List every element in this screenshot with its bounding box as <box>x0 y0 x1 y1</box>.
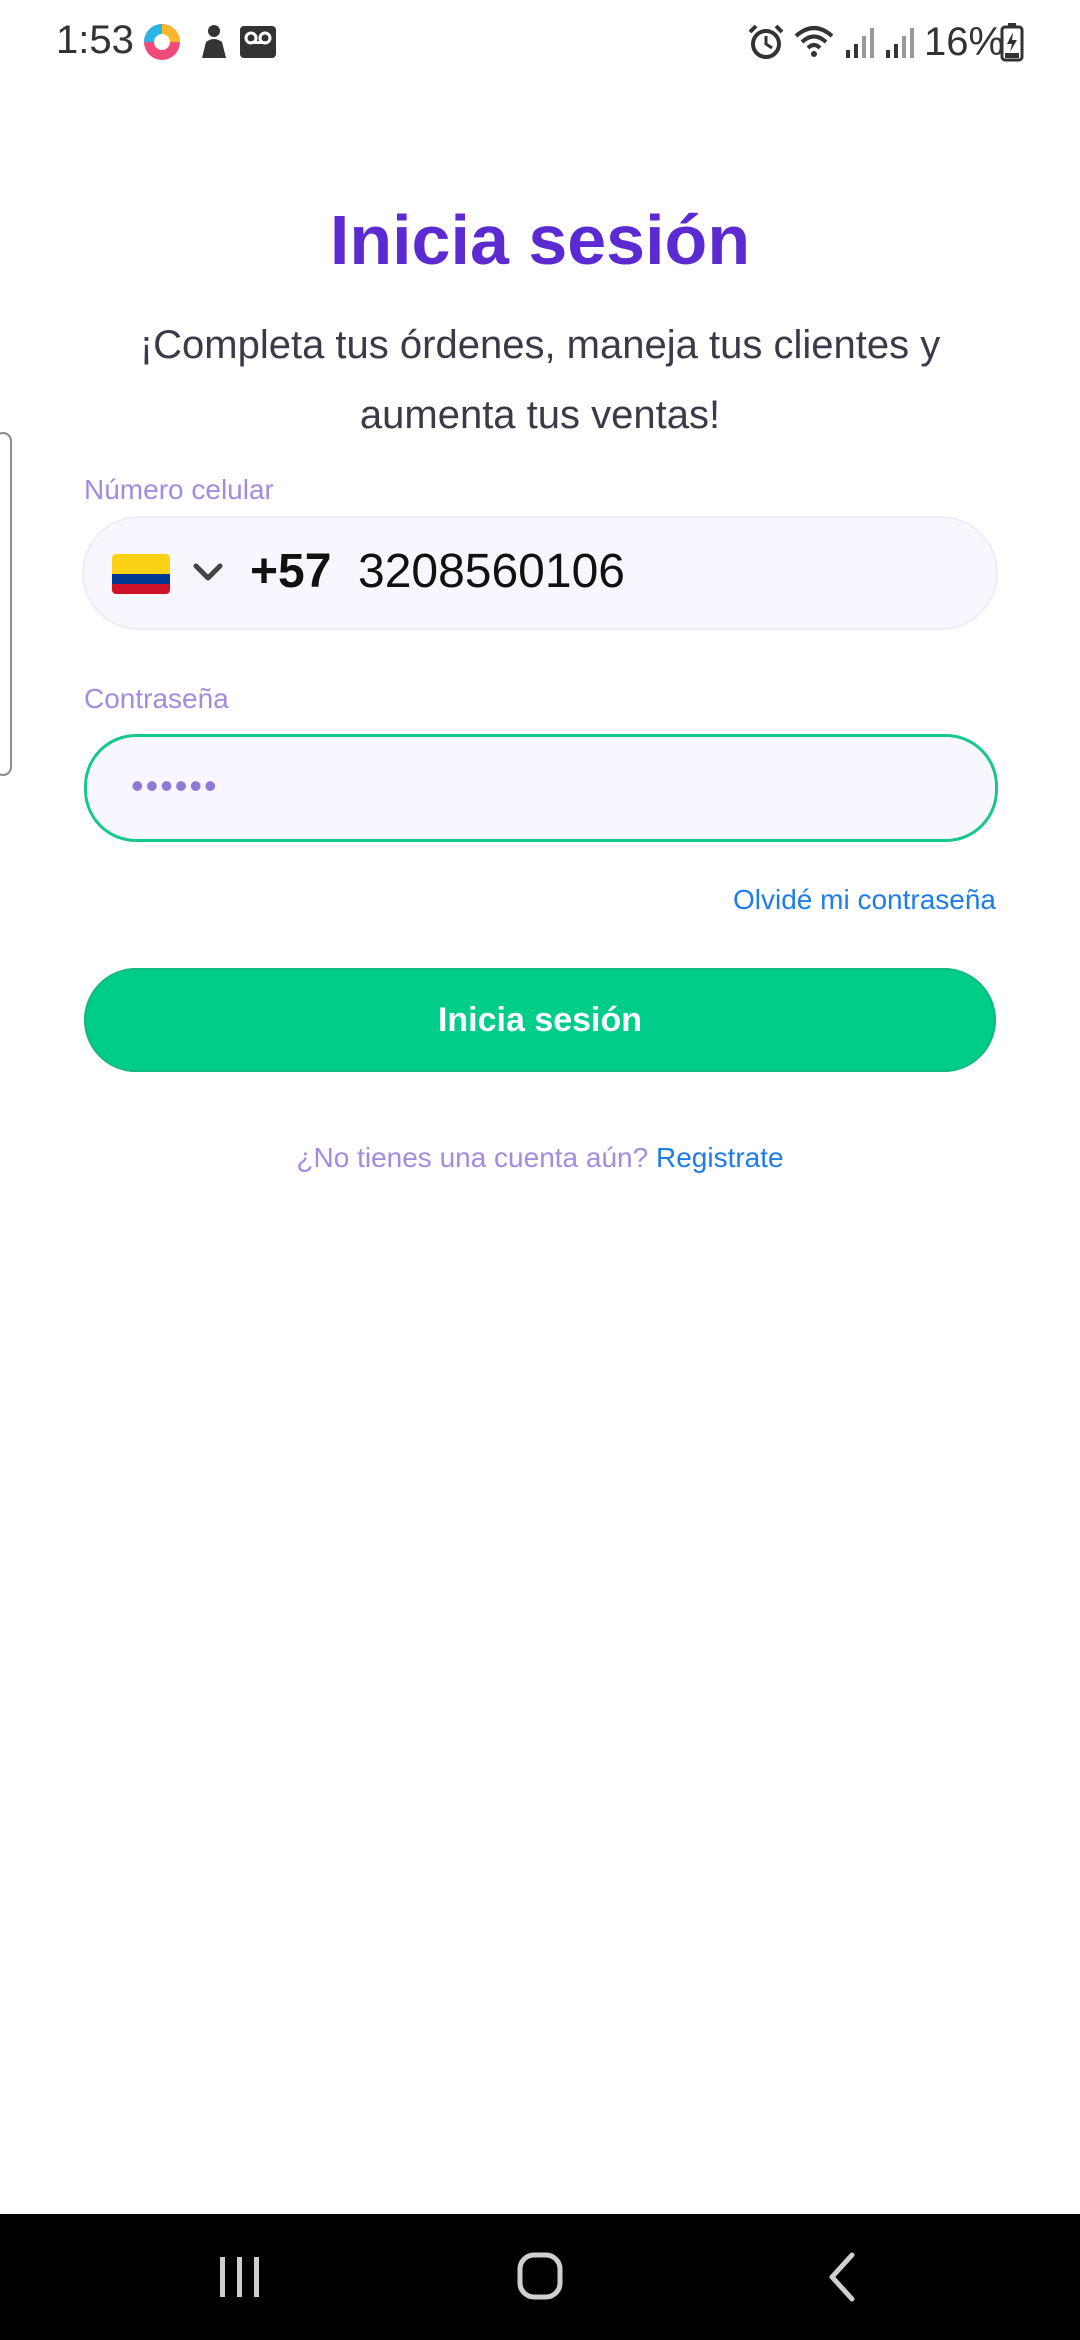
page-subtitle: ¡Completa tus órdenes, maneja tus client… <box>139 323 941 437</box>
alarm-icon <box>748 24 784 59</box>
status-bar: 1:53 16% <box>0 0 1080 88</box>
page-title: Inicia sesión <box>329 201 751 279</box>
app-notification-icon <box>144 24 180 60</box>
system-nav-bar <box>0 2214 1080 2340</box>
login-screen: 1:53 16% Inicia sesión ¡Completa tus órd… <box>0 0 1080 2340</box>
password-field[interactable]: •••••• <box>84 734 998 842</box>
status-time: 1:53 <box>56 18 134 62</box>
battery-charging-icon <box>1000 23 1024 62</box>
signal-icon <box>886 28 914 58</box>
phone-input[interactable]: 3208560106 <box>358 544 625 599</box>
forgot-password-link[interactable]: Olvidé mi contraseña <box>733 884 996 916</box>
person-notification-icon <box>202 25 226 58</box>
chevron-down-icon[interactable] <box>188 552 228 592</box>
battery-percentage: 16% <box>924 20 1005 64</box>
register-link[interactable]: Registrate <box>656 1142 784 1173</box>
recents-icon[interactable] <box>200 2237 280 2317</box>
wifi-icon <box>794 26 834 57</box>
phone-label: Número celular <box>84 474 274 505</box>
colombia-flag-icon[interactable] <box>112 554 170 594</box>
password-input[interactable]: •••••• <box>131 765 219 807</box>
password-label: Contraseña <box>84 683 229 714</box>
register-line: ¿No tienes una cuenta aún? Registrate <box>0 1142 1080 1174</box>
voicemail-icon <box>240 26 276 58</box>
edge-panel-handle[interactable] <box>0 432 12 776</box>
home-icon[interactable] <box>500 2237 580 2317</box>
back-icon[interactable] <box>804 2237 884 2317</box>
register-prompt: ¿No tienes una cuenta aún? <box>296 1142 649 1173</box>
login-button[interactable]: Inicia sesión <box>84 968 996 1072</box>
phone-field[interactable]: +57 3208560106 <box>84 518 996 628</box>
signal-icon <box>846 28 874 58</box>
country-code: +57 <box>250 545 332 598</box>
